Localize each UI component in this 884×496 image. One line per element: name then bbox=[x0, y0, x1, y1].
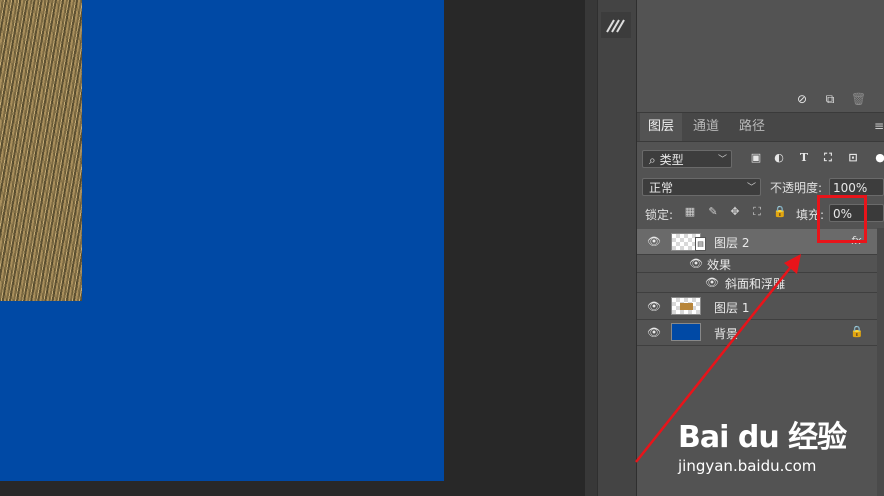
baidu-watermark: Bai du 经验 jingyan.baidu.com bbox=[678, 400, 878, 480]
watermark-url: jingyan.baidu.com bbox=[678, 457, 817, 475]
watermark-logo: Bai du 经验 bbox=[678, 420, 847, 455]
